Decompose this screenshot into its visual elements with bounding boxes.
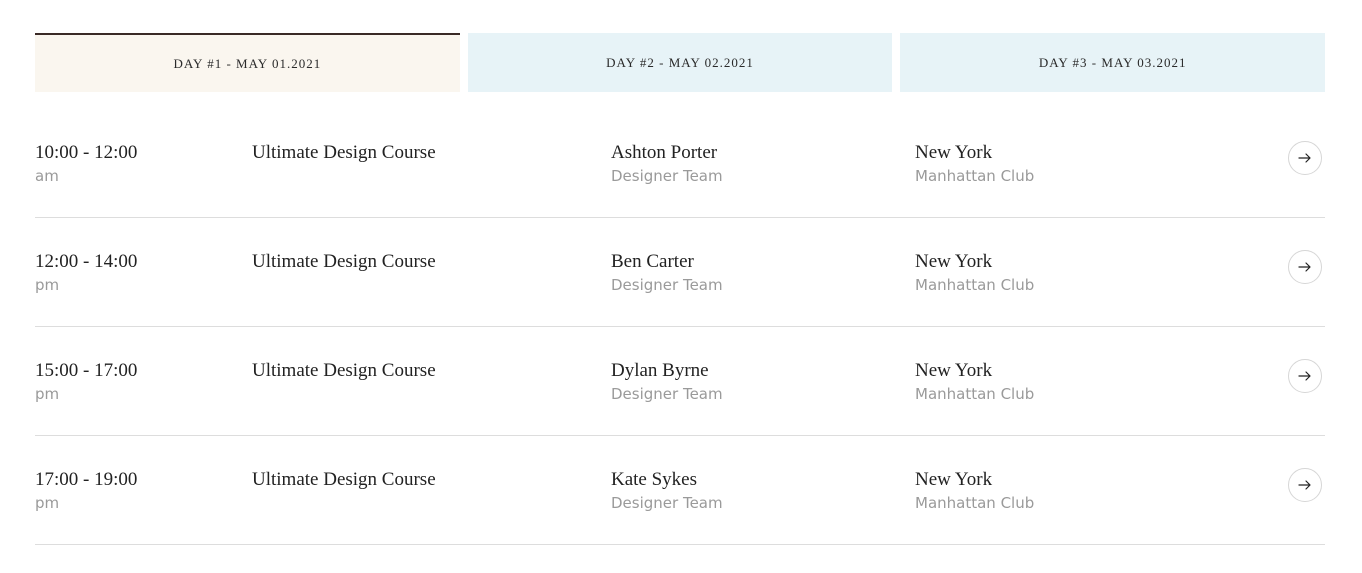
- speaker-team: Designer Team: [611, 167, 723, 185]
- session-period: am: [35, 167, 59, 185]
- session-speaker-cell: Kate Sykes Designer Team: [611, 468, 723, 514]
- speaker-name: Kate Sykes: [611, 469, 698, 490]
- session-course-cell: Ultimate Design Course: [252, 250, 436, 274]
- speaker-team: Designer Team: [611, 494, 723, 512]
- session-period: pm: [35, 385, 60, 403]
- schedule-list: 10:00 - 12:00 am Ultimate Design Course …: [35, 109, 1325, 545]
- place-city: New York: [915, 469, 993, 490]
- tab-day-2[interactable]: DAY #2 - MAY 02.2021: [467, 33, 893, 92]
- session-details-button[interactable]: [1288, 141, 1322, 175]
- tab-day-1[interactable]: DAY #1 - MAY 01.2021: [35, 33, 460, 92]
- session-place-cell: New York Manhattan Club: [915, 468, 1034, 514]
- session-place-cell: New York Manhattan Club: [915, 359, 1034, 405]
- session-course: Ultimate Design Course: [252, 142, 436, 163]
- session-course-cell: Ultimate Design Course: [252, 468, 436, 492]
- place-venue: Manhattan Club: [915, 494, 1035, 512]
- session-place-cell: New York Manhattan Club: [915, 250, 1034, 296]
- tab-day-3[interactable]: DAY #3 - MAY 03.2021: [900, 33, 1326, 92]
- place-city: New York: [915, 360, 993, 381]
- session-course-cell: Ultimate Design Course: [252, 359, 436, 383]
- session-time-cell: 10:00 - 12:00 am: [35, 141, 137, 187]
- session-period: pm: [35, 494, 60, 512]
- place-venue: Manhattan Club: [915, 276, 1035, 294]
- session-period: pm: [35, 276, 60, 294]
- session-speaker-cell: Dylan Byrne Designer Team: [611, 359, 723, 405]
- session-course-cell: Ultimate Design Course: [252, 141, 436, 165]
- schedule-row: 12:00 - 14:00 pm Ultimate Design Course …: [35, 218, 1325, 327]
- place-venue: Manhattan Club: [915, 167, 1035, 185]
- day-tabs: DAY #1 - MAY 01.2021 DAY #2 - MAY 02.202…: [35, 33, 1326, 92]
- session-details-button[interactable]: [1288, 250, 1322, 284]
- arrow-right-icon: [1298, 262, 1311, 272]
- session-place-cell: New York Manhattan Club: [915, 141, 1034, 187]
- arrow-right-icon: [1298, 371, 1311, 381]
- session-time-cell: 17:00 - 19:00 pm: [35, 468, 137, 514]
- session-time: 10:00 - 12:00: [35, 142, 138, 163]
- session-speaker-cell: Ashton Porter Designer Team: [611, 141, 723, 187]
- speaker-name: Dylan Byrne: [611, 360, 709, 381]
- session-details-button[interactable]: [1288, 359, 1322, 393]
- session-details-button[interactable]: [1288, 468, 1322, 502]
- schedule-row: 10:00 - 12:00 am Ultimate Design Course …: [35, 109, 1325, 218]
- place-venue: Manhattan Club: [915, 385, 1035, 403]
- speaker-name: Ashton Porter: [611, 142, 718, 163]
- schedule-row: 17:00 - 19:00 pm Ultimate Design Course …: [35, 436, 1325, 545]
- speaker-name: Ben Carter: [611, 251, 694, 272]
- speaker-team: Designer Team: [611, 385, 723, 403]
- schedule-row: 15:00 - 17:00 pm Ultimate Design Course …: [35, 327, 1325, 436]
- session-course: Ultimate Design Course: [252, 360, 436, 381]
- place-city: New York: [915, 142, 993, 163]
- session-time-cell: 15:00 - 17:00 pm: [35, 359, 137, 405]
- arrow-right-icon: [1298, 480, 1311, 490]
- session-speaker-cell: Ben Carter Designer Team: [611, 250, 723, 296]
- speaker-team: Designer Team: [611, 276, 723, 294]
- place-city: New York: [915, 251, 993, 272]
- session-course: Ultimate Design Course: [252, 469, 436, 490]
- session-time: 17:00 - 19:00: [35, 469, 138, 490]
- session-time-cell: 12:00 - 14:00 pm: [35, 250, 137, 296]
- session-course: Ultimate Design Course: [252, 251, 436, 272]
- session-time: 15:00 - 17:00: [35, 360, 138, 381]
- session-time: 12:00 - 14:00: [35, 251, 138, 272]
- arrow-right-icon: [1298, 153, 1311, 163]
